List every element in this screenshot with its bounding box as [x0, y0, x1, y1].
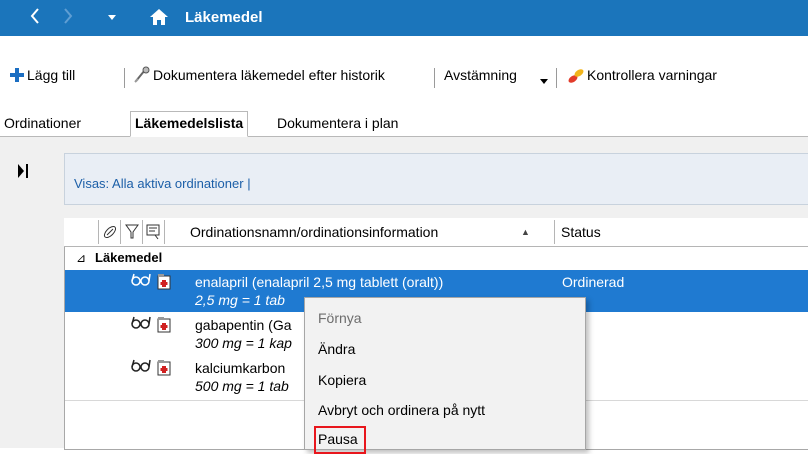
dropdown-button[interactable] — [107, 8, 117, 28]
row-dose: 500 mg = 1 tab — [195, 378, 289, 394]
expand-panel-icon[interactable] — [18, 164, 28, 183]
chevron-left-icon — [30, 8, 39, 24]
row-name: enalapril (enalapril 2,5 mg tablett (ora… — [195, 274, 444, 290]
reconcile-button[interactable]: Avstämning — [444, 67, 517, 83]
filter-text[interactable]: Visas: Alla aktiva ordinationer | — [74, 176, 251, 191]
column-status-label: Status — [561, 224, 601, 240]
column-comment[interactable] — [142, 220, 165, 244]
title-bar: Läkemedel — [0, 0, 808, 36]
reconcile-dropdown-icon[interactable] — [540, 72, 548, 90]
add-button[interactable]: Lägg till — [27, 67, 75, 83]
page-title: Läkemedel — [185, 9, 263, 26]
context-menu: Förnya Ändra Kopiera Avbryt och ordinera… — [304, 297, 586, 454]
row-dose: 2,5 mg = 1 tab — [195, 292, 285, 308]
toolbar-divider — [556, 68, 557, 88]
chevron-right-icon — [64, 8, 73, 24]
row-name: gabapentin (Ga — [195, 317, 292, 333]
menu-item-andra[interactable]: Ändra — [318, 341, 355, 357]
pill-icon — [103, 225, 117, 239]
tab-ordinationer[interactable]: Ordinationer — [0, 112, 85, 135]
check-warnings-button[interactable]: Kontrollera varningar — [587, 67, 717, 83]
warning-check-icon — [567, 68, 585, 89]
glasses-icon — [131, 315, 151, 332]
medication-icon — [157, 274, 171, 290]
glasses-icon — [131, 272, 151, 289]
column-ordination-name[interactable]: Ordinationsnamn/ordinationsinformation ▲ — [164, 220, 553, 244]
filter-icon — [125, 224, 139, 239]
row-name: kalciumkarbon — [195, 360, 286, 376]
home-button[interactable] — [149, 8, 169, 30]
menu-item-avbryt-och-ordinera[interactable]: Avbryt och ordinera på nytt — [318, 402, 485, 418]
glasses-icon — [131, 358, 151, 375]
sort-ascending-icon: ▲ — [521, 227, 530, 237]
document-history-button[interactable]: Dokumentera läkemedel efter historik — [153, 67, 385, 83]
medication-icon — [157, 360, 171, 376]
column-interaction[interactable] — [98, 220, 121, 244]
column-status[interactable]: Status — [554, 220, 808, 244]
tab-lakemedelslista[interactable]: Läkemedelslista — [130, 111, 249, 137]
document-history-icon — [133, 66, 151, 89]
row-status: Ordinerad — [562, 274, 625, 290]
medication-icon — [157, 317, 171, 333]
comment-icon — [146, 224, 160, 240]
group-label: Läkemedel — [95, 250, 163, 265]
menu-item-fornya[interactable]: Förnya — [318, 310, 362, 326]
home-icon — [150, 9, 168, 25]
toolbar-divider — [124, 68, 125, 88]
chevron-down-icon — [108, 15, 116, 20]
group-row-lakemedel[interactable]: ⊿ Läkemedel — [65, 247, 808, 269]
tab-dokumentera-i-plan[interactable]: Dokumentera i plan — [273, 112, 402, 135]
column-filter[interactable] — [120, 220, 143, 244]
add-icon — [10, 68, 24, 87]
forward-button[interactable] — [63, 7, 73, 29]
menu-item-pausa[interactable]: Pausa — [318, 431, 358, 447]
menu-item-kopiera[interactable]: Kopiera — [318, 372, 366, 388]
row-dose: 300 mg = 1 kap — [195, 335, 292, 351]
back-button[interactable] — [30, 7, 40, 29]
toolbar-divider — [434, 68, 435, 88]
tab-strip — [0, 112, 808, 137]
column-ordination-name-label: Ordinationsnamn/ordinationsinformation — [190, 224, 439, 240]
collapse-group-icon[interactable]: ⊿ — [76, 247, 86, 269]
